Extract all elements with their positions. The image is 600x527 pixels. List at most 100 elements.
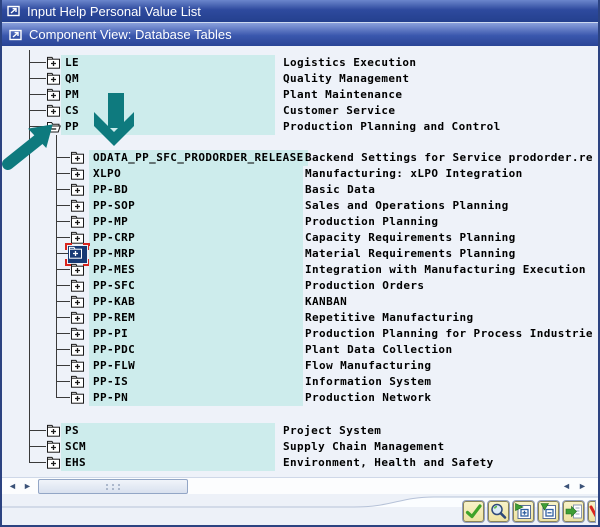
node-label-pp-pdc[interactable]: PP-PDC: [89, 342, 303, 358]
folder-expand-icon[interactable]: [70, 279, 85, 293]
tree-connector-line: [56, 173, 70, 174]
folder-expand-icon[interactable]: [46, 424, 61, 438]
tree-connector-line: [29, 50, 30, 463]
tree-row-pp-kab: PP-KAB KANBAN: [2, 294, 598, 310]
tree-connector-line: [56, 365, 70, 366]
tree-connector-line: [56, 189, 70, 190]
folder-expand-icon[interactable]: [46, 456, 61, 470]
node-label-pp-bd[interactable]: PP-BD: [89, 182, 303, 198]
node-description: Production Planning: [305, 215, 439, 228]
node-description: KANBAN: [305, 295, 348, 308]
transfer-button[interactable]: [563, 501, 584, 522]
folder-expand-icon[interactable]: [70, 375, 85, 389]
folder-expand-icon[interactable]: [70, 215, 85, 229]
node-label-cs[interactable]: CS: [61, 103, 275, 119]
tree-row-pp-is: PP-IS Information System: [2, 374, 598, 390]
folder-expand-icon[interactable]: [65, 243, 90, 266]
tree-connector-line: [56, 333, 70, 334]
node-label-pp-mrp[interactable]: PP-MRP: [89, 246, 303, 262]
collapse-node-icon: [539, 502, 558, 521]
scroll-right-icon[interactable]: ►: [21, 478, 34, 494]
folder-expand-icon[interactable]: [46, 440, 61, 454]
node-label-odata_pp_sfc_prodorder_release[interactable]: ODATA_PP_SFC_PRODORDER_RELEASE: [89, 150, 308, 166]
folder-expand-icon[interactable]: [70, 295, 85, 309]
node-label-pp-flw[interactable]: PP-FLW: [89, 358, 303, 374]
tree-connector-line: [56, 237, 70, 238]
component-tree: LE Logistics Execution QM Quality Manageme…: [2, 46, 598, 475]
node-description: Logistics Execution: [283, 56, 417, 69]
node-label-xlpo[interactable]: XLPO: [89, 166, 303, 182]
expand-subtree-button[interactable]: [513, 501, 534, 522]
folder-open-icon[interactable]: [46, 120, 61, 134]
node-label-pp-pn[interactable]: PP-PN: [89, 390, 303, 406]
scrollbar-thumb[interactable]: [38, 479, 188, 494]
tree-row-qm: QM Quality Management: [2, 71, 598, 87]
window-title: Input Help Personal Value List: [27, 3, 201, 19]
window-titlebar: Input Help Personal Value List: [2, 0, 598, 22]
folder-expand-icon[interactable]: [70, 167, 85, 181]
node-label-pp-rem[interactable]: PP-REM: [89, 310, 303, 326]
tree-row-pp-sfc: PP-SFC Production Orders: [2, 278, 598, 294]
folder-expand-icon[interactable]: [70, 391, 85, 405]
node-label-pp-sop[interactable]: PP-SOP: [89, 198, 303, 214]
tree-row-pp-pdc: PP-PDC Plant Data Collection: [2, 342, 598, 358]
folder-expand-icon[interactable]: [46, 72, 61, 86]
cancel-button-partial[interactable]: [588, 501, 595, 522]
tree-row-pp-mrp: PP-MRP Material Requirements Planning: [2, 243, 598, 266]
node-label-pp-is[interactable]: PP-IS: [89, 374, 303, 390]
thumb-grip-icon: [106, 483, 120, 490]
node-label-pp-sfc[interactable]: PP-SFC: [89, 278, 303, 294]
folder-expand-icon[interactable]: [70, 151, 85, 165]
node-label-pp-pi[interactable]: PP-PI: [89, 326, 303, 342]
node-label-pp-crp[interactable]: PP-CRP: [89, 230, 303, 246]
folder-expand-icon[interactable]: [70, 327, 85, 341]
tree-connector-line: [29, 78, 46, 79]
folder-expand-icon[interactable]: [70, 183, 85, 197]
folder-expand-icon[interactable]: [46, 88, 61, 102]
input-help-dialog: Input Help Personal Value List Component…: [0, 0, 600, 527]
node-label-scm[interactable]: SCM: [61, 439, 275, 455]
node-label-qm[interactable]: QM: [61, 71, 275, 87]
dialog-window-icon: [9, 29, 22, 40]
green-check-icon: [464, 502, 483, 521]
scroll-right-icon[interactable]: ►: [576, 478, 589, 494]
tree-connector-line: [29, 94, 46, 95]
folder-expand-icon[interactable]: [70, 343, 85, 357]
folder-expand-icon[interactable]: [46, 56, 61, 70]
node-description: Manufacturing: xLPO Integration: [305, 167, 523, 180]
node-label-pp[interactable]: PP: [61, 119, 275, 135]
node-label-pp-mes[interactable]: PP-MES: [89, 262, 303, 278]
node-label-pm[interactable]: PM: [61, 87, 275, 103]
folder-expand-icon[interactable]: [70, 359, 85, 373]
tree-row-cs: CS Customer Service: [2, 103, 598, 119]
folder-expand-icon[interactable]: [46, 104, 61, 118]
node-description: Integration with Manufacturing Execution: [305, 263, 586, 276]
dialog-window-icon: [7, 5, 20, 17]
folder-expand-icon[interactable]: [70, 263, 85, 277]
node-description: Flow Manufacturing: [305, 359, 432, 372]
folder-expand-icon[interactable]: [70, 311, 85, 325]
tree-connector-line: [56, 317, 70, 318]
node-description: Plant Maintenance: [283, 88, 403, 101]
tree-connector-line: [29, 126, 46, 127]
tree-connector-line: [56, 135, 57, 398]
scroll-left-icon[interactable]: ◄: [6, 478, 19, 494]
tree-row-scm: SCM Supply Chain Management: [2, 439, 598, 455]
node-description: Customer Service: [283, 104, 396, 117]
node-description: Capacity Requirements Planning: [305, 231, 516, 244]
node-label-ehs[interactable]: EHS: [61, 455, 275, 471]
scroll-left-icon[interactable]: ◄: [560, 478, 573, 494]
node-label-pp-mp[interactable]: PP-MP: [89, 214, 303, 230]
collapse-subtree-button[interactable]: [538, 501, 559, 522]
node-label-ps[interactable]: PS: [61, 423, 275, 439]
tree-connector-line: [56, 269, 70, 270]
node-label-le[interactable]: LE: [61, 55, 275, 71]
transfer-arrow-icon: [564, 502, 583, 521]
tree-row-pp-sop: PP-SOP Sales and Operations Planning: [2, 198, 598, 214]
node-label-pp-kab[interactable]: PP-KAB: [89, 294, 303, 310]
tree-connector-line: [29, 462, 46, 463]
continue-button[interactable]: [463, 501, 484, 522]
red-x-icon-partial: [589, 502, 595, 521]
find-button[interactable]: [488, 501, 509, 522]
folder-expand-icon[interactable]: [70, 199, 85, 213]
